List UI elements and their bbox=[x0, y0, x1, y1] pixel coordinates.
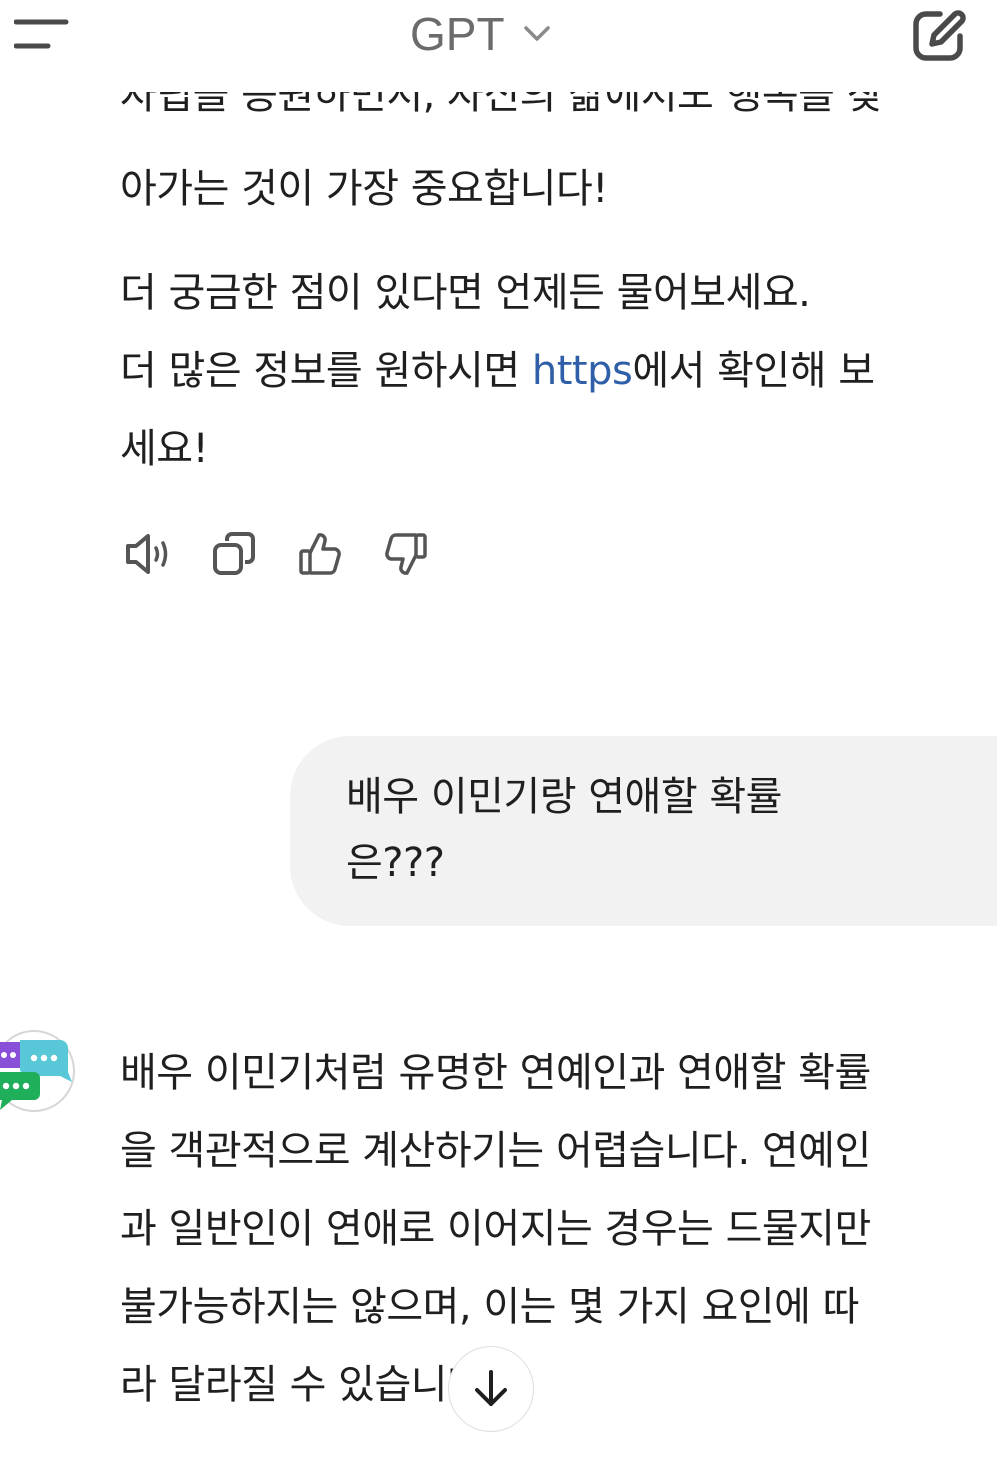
copy-icon bbox=[213, 532, 255, 575]
arrow-down-icon bbox=[475, 1370, 507, 1406]
user-message-line: 배우 이민기랑 연애할 확률 bbox=[346, 774, 782, 820]
assistant-reply-text: 배우 이민기처럼 유명한 연예인과 연애할 확률 을 객관적으로 계산하기는 어… bbox=[120, 1034, 990, 1424]
reply-line: 을 객관적으로 계산하기는 어렵습니다. 연예인 bbox=[120, 1128, 871, 1174]
info-line-end: 세요! bbox=[120, 426, 209, 472]
chevron-down-icon bbox=[523, 26, 550, 41]
reply-line: 불가능하지는 않으며, 이는 몇 가지 요인에 따 bbox=[120, 1284, 859, 1330]
info-line: 더 많은 정보를 원하시면 https에서 확인해 보 bbox=[120, 348, 875, 394]
new-chat-button[interactable] bbox=[910, 8, 972, 64]
reply-line: 과 일반인이 연애로 이어지는 경우는 드물지만 bbox=[120, 1206, 871, 1252]
menu-icon bbox=[13, 19, 69, 49]
model-label: GPT bbox=[410, 8, 505, 60]
thumbs-down-icon bbox=[385, 533, 427, 575]
thumbs-up-icon bbox=[299, 533, 341, 575]
top-bar: GPT bbox=[0, 0, 997, 92]
reply-line: 라 달라질 수 있습니다. bbox=[120, 1362, 496, 1408]
scroll-down-button[interactable] bbox=[448, 1346, 534, 1432]
clipped-text-line: 자립을 응원하면서, 자신의 삶에서도 행복을 찾 bbox=[120, 92, 884, 118]
dislike-button[interactable] bbox=[380, 528, 432, 580]
previous-reply-text: 아가는 것이 가장 중요합니다! bbox=[120, 150, 990, 228]
model-selector[interactable]: GPT bbox=[410, 6, 551, 62]
user-message-line: 은??? bbox=[346, 840, 445, 886]
previous-reply-followup: 더 궁금한 점이 있다면 언제든 물어보세요. 더 많은 정보를 원하시면 ht… bbox=[120, 254, 990, 488]
speaker-icon bbox=[126, 534, 168, 574]
copy-button[interactable] bbox=[208, 528, 260, 580]
followup-line: 더 궁금한 점이 있다면 언제든 물어보세요. bbox=[120, 270, 811, 316]
like-button[interactable] bbox=[294, 528, 346, 580]
user-message-bubble: 배우 이민기랑 연애할 확률 은??? bbox=[290, 736, 997, 926]
read-aloud-button[interactable] bbox=[122, 528, 174, 580]
new-chat-edit-icon bbox=[913, 10, 966, 61]
reply-line: 배우 이민기처럼 유명한 연예인과 연애할 확률 bbox=[120, 1050, 871, 1096]
assistant-avatar bbox=[0, 1026, 76, 1116]
info-link[interactable]: https bbox=[532, 348, 633, 394]
chat-bubbles-avatar-icon bbox=[0, 1030, 75, 1112]
reply-line: 아가는 것이 가장 중요합니다! bbox=[120, 166, 608, 212]
menu-button[interactable] bbox=[13, 14, 70, 58]
message-actions bbox=[122, 528, 432, 580]
